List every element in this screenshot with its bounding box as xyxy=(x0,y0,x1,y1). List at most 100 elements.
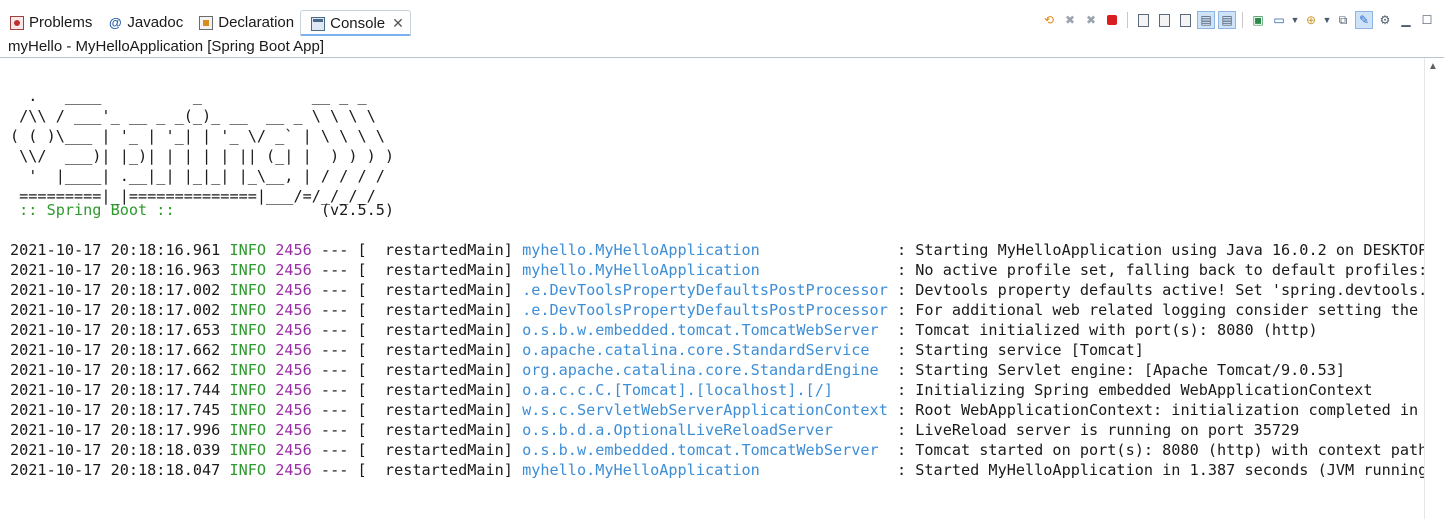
log-level: INFO xyxy=(229,241,267,259)
view-tabs: Problems @ Javadoc Declaration Console ✕ xyxy=(0,10,411,36)
log-spacer xyxy=(266,441,275,459)
log-spacer xyxy=(266,341,275,359)
banner-line: \\/ ___)| |_)| | | | | || (_| | ) ) ) ) xyxy=(10,147,395,165)
remove-launch-icon[interactable]: ✖ xyxy=(1061,11,1079,29)
log-spacer xyxy=(266,301,275,319)
declaration-icon xyxy=(199,15,214,30)
log-row: 2021-10-17 20:18:17.002 INFO 2456 --- [ … xyxy=(10,280,1424,300)
log-level: INFO xyxy=(229,441,267,459)
log-logger: o.s.b.w.embedded.tomcat.TomcatWebServer xyxy=(522,321,888,339)
display-console-icon[interactable]: ▭ xyxy=(1270,11,1288,29)
log-thread: --- [ restartedMain] xyxy=(311,261,523,279)
tab-problems[interactable]: Problems xyxy=(0,10,98,35)
chevron-down-icon[interactable]: ▼ xyxy=(1323,11,1332,29)
log-row: 2021-10-17 20:18:18.047 INFO 2456 --- [ … xyxy=(10,460,1424,480)
spring-boot-version: (v2.5.5) xyxy=(183,201,395,219)
log-level: INFO xyxy=(229,381,267,399)
tab-declaration[interactable]: Declaration xyxy=(189,10,300,35)
chevron-down-icon[interactable]: ▼ xyxy=(1291,11,1300,29)
log-row: 2021-10-17 20:18:17.745 INFO 2456 --- [ … xyxy=(10,400,1424,420)
log-pid: 2456 xyxy=(275,361,312,379)
log-thread: --- [ restartedMain] xyxy=(311,461,523,479)
remove-all-terminated-icon[interactable]: ✖ xyxy=(1082,11,1100,29)
clear-console-icon[interactable] xyxy=(1134,11,1152,29)
scroll-up-icon[interactable]: ▲ xyxy=(1428,61,1438,72)
tab-console[interactable]: Console ✕ xyxy=(300,10,411,36)
console-output[interactable]: . ____ _ __ _ _ /\\ / ___'_ __ _ _(_)_ _… xyxy=(0,58,1424,519)
log-pid: 2456 xyxy=(275,341,312,359)
log-thread: --- [ restartedMain] xyxy=(311,281,523,299)
show-on-stdout-icon[interactable]: ▤ xyxy=(1197,11,1215,29)
gear-icon[interactable]: ⚙ xyxy=(1376,11,1394,29)
javadoc-icon: @ xyxy=(109,14,122,30)
spring-boot-line: :: Spring Boot :: (v2.5.5) xyxy=(10,200,394,220)
log-message: : Starting MyHelloApplication using Java… xyxy=(887,241,1424,259)
log-timestamp: 2021-10-17 20:18:17.653 xyxy=(10,321,221,339)
log-pid: 2456 xyxy=(275,261,312,279)
log-logger: o.apache.catalina.core.StandardService xyxy=(522,341,888,359)
close-icon[interactable]: ✕ xyxy=(392,15,404,32)
log-message: : For additional web related logging con… xyxy=(887,301,1424,319)
banner-line: /\\ / ___'_ __ _ _(_)_ __ __ _ \ \ \ \ xyxy=(10,107,376,125)
log-level: INFO xyxy=(229,281,267,299)
log-logger: myhello.MyHelloApplication xyxy=(522,461,888,479)
vertical-scrollbar[interactable] xyxy=(1424,58,1444,519)
tab-javadoc[interactable]: @ Javadoc xyxy=(98,10,189,35)
log-row: 2021-10-17 20:18:18.039 INFO 2456 --- [ … xyxy=(10,440,1424,460)
log-timestamp: 2021-10-17 20:18:17.996 xyxy=(10,421,221,439)
log-spacer xyxy=(266,401,275,419)
console-toolbar: ⟲ ✖ ✖ ▤ ▤ ▣ ▭ ▼ ⊕ ▼ ⧉ ✎ ⚙ ▁ ☐ xyxy=(1040,10,1436,30)
toolbar-separator xyxy=(1127,12,1128,28)
problems-icon xyxy=(10,15,24,30)
log-pid: 2456 xyxy=(275,421,312,439)
tab-label: Declaration xyxy=(218,14,295,31)
show-on-stderr-icon[interactable]: ▤ xyxy=(1218,11,1236,29)
log-timestamp: 2021-10-17 20:18:17.662 xyxy=(10,361,221,379)
log-pid: 2456 xyxy=(275,321,312,339)
copy-icon[interactable]: ⧉ xyxy=(1334,11,1352,29)
minimize-icon[interactable]: ▁ xyxy=(1397,11,1415,29)
log-message: : Starting Servlet engine: [Apache Tomca… xyxy=(887,361,1346,379)
restart-icon[interactable]: ⟲ xyxy=(1040,11,1058,29)
log-message: : Root WebApplicationContext: initializa… xyxy=(887,401,1424,419)
log-pid: 2456 xyxy=(275,281,312,299)
console-launch-title: myHello - MyHelloApplication [Spring Boo… xyxy=(8,38,324,55)
log-message: : Tomcat initialized with port(s): 8080 … xyxy=(887,321,1318,339)
tab-label: Problems xyxy=(29,14,93,31)
log-logger: .e.DevToolsPropertyDefaultsPostProcessor xyxy=(522,301,888,319)
log-lines: 2021-10-17 20:18:16.961 INFO 2456 --- [ … xyxy=(10,240,1424,480)
terminate-icon[interactable] xyxy=(1103,11,1121,29)
log-pid: 2456 xyxy=(275,461,312,479)
banner-line: ' |____| .__|_| |_|_| |_\__, | / / / / xyxy=(10,167,385,185)
log-thread: --- [ restartedMain] xyxy=(311,341,523,359)
open-console-icon[interactable]: ⊕ xyxy=(1302,11,1320,29)
log-thread: --- [ restartedMain] xyxy=(311,421,523,439)
log-row: 2021-10-17 20:18:17.662 INFO 2456 --- [ … xyxy=(10,340,1424,360)
log-spacer xyxy=(266,361,275,379)
pin-console-icon[interactable]: ▣ xyxy=(1249,11,1267,29)
highlight-icon[interactable]: ✎ xyxy=(1355,11,1373,29)
log-spacer xyxy=(266,241,275,259)
word-wrap-icon[interactable] xyxy=(1176,11,1194,29)
log-pid: 2456 xyxy=(275,441,312,459)
log-timestamp: 2021-10-17 20:18:16.961 xyxy=(10,241,221,259)
log-timestamp: 2021-10-17 20:18:18.039 xyxy=(10,441,221,459)
log-timestamp: 2021-10-17 20:18:16.963 xyxy=(10,261,221,279)
log-pid: 2456 xyxy=(275,381,312,399)
maximize-icon[interactable]: ☐ xyxy=(1418,11,1436,29)
console-icon xyxy=(311,16,326,31)
log-thread: --- [ restartedMain] xyxy=(311,381,523,399)
banner-line: . ____ _ __ _ _ xyxy=(10,87,367,105)
log-thread: --- [ restartedMain] xyxy=(311,441,523,459)
log-thread: --- [ restartedMain] xyxy=(311,241,523,259)
log-pid: 2456 xyxy=(275,301,312,319)
log-spacer xyxy=(266,321,275,339)
log-message: : Started MyHelloApplication in 1.387 se… xyxy=(887,461,1424,479)
log-logger: o.s.b.d.a.OptionalLiveReloadServer xyxy=(522,421,888,439)
log-level: INFO xyxy=(229,361,267,379)
scroll-lock-icon[interactable] xyxy=(1155,11,1173,29)
log-row: 2021-10-17 20:18:17.653 INFO 2456 --- [ … xyxy=(10,320,1424,340)
log-logger: o.s.b.w.embedded.tomcat.TomcatWebServer xyxy=(522,441,888,459)
view-tab-bar: Problems @ Javadoc Declaration Console ✕… xyxy=(0,0,1444,36)
log-message: : Tomcat started on port(s): 8080 (http)… xyxy=(887,441,1424,459)
